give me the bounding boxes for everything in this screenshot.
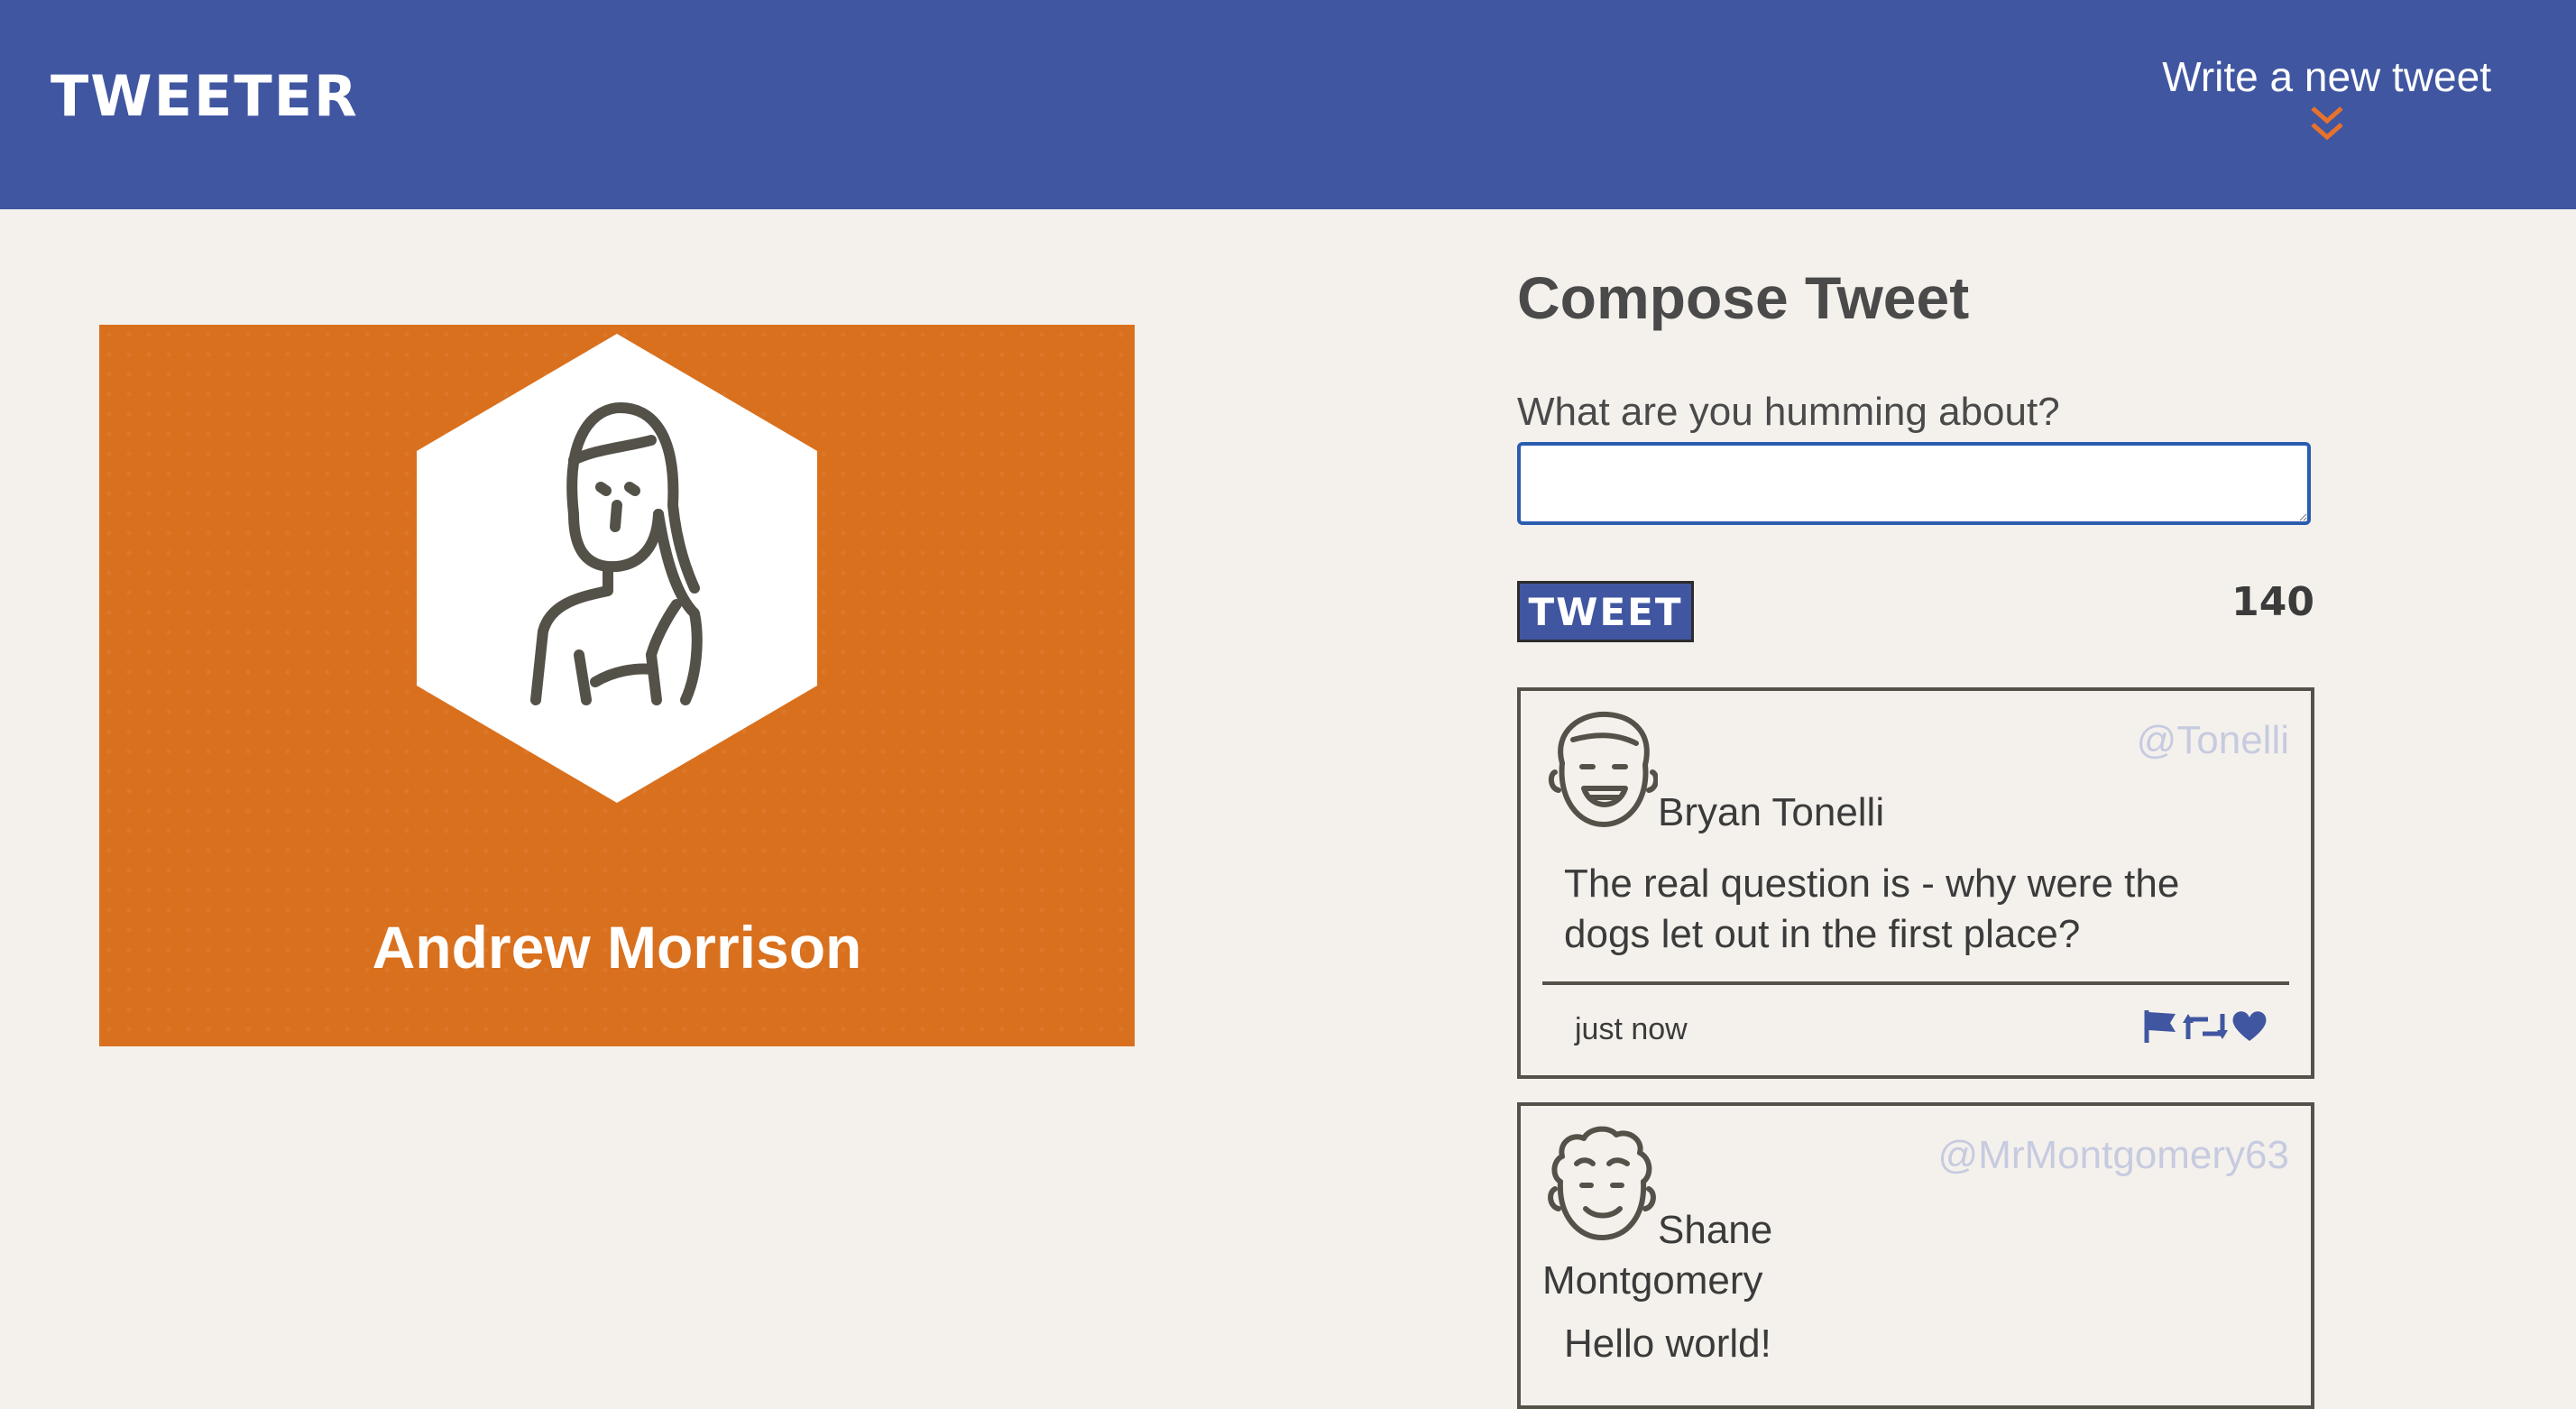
tweet-card: @MrMontgomery63 Shane Montgomery Hello w… bbox=[1517, 1102, 2314, 1409]
write-new-tweet-label[interactable]: Write a new tweet bbox=[2162, 53, 2491, 100]
profile-card: Andrew Morrison bbox=[99, 325, 1135, 1046]
profile-avatar bbox=[417, 334, 817, 803]
smiling-man-avatar-icon bbox=[1548, 711, 1658, 827]
compose-title: Compose Tweet bbox=[1517, 264, 1970, 331]
tweet-content: The real question is - why were the dogs… bbox=[1564, 861, 2180, 956]
retweet-icon[interactable] bbox=[2183, 1008, 2228, 1045]
write-new-tweet-toggle[interactable]: Write a new tweet bbox=[2162, 52, 2491, 143]
character-counter: 140 bbox=[2231, 579, 2314, 625]
compose-label: What are you humming about? bbox=[1517, 390, 2060, 434]
navbar: TWEETER Write a new tweet bbox=[0, 0, 2576, 209]
tweet-actions bbox=[2143, 1008, 2268, 1045]
flag-icon[interactable] bbox=[2143, 1008, 2179, 1045]
tweet-timestamp: just now bbox=[1575, 1012, 1688, 1046]
author-first-name: Shane bbox=[1658, 1208, 1773, 1252]
tweet-author-name[interactable]: Shane Montgomery bbox=[1542, 1205, 1813, 1306]
author-last-name: Montgomery bbox=[1542, 1258, 1763, 1303]
tweet-button[interactable]: TWEET bbox=[1517, 581, 1694, 642]
tweet-handle[interactable]: @Tonelli bbox=[2137, 718, 2289, 763]
brand-logo[interactable]: TWEETER bbox=[51, 63, 359, 129]
tweet-handle[interactable]: @MrMontgomery63 bbox=[1938, 1133, 2289, 1178]
tweet-content: Hello world! bbox=[1564, 1322, 1771, 1366]
tweet-author-name[interactable]: Bryan Tonelli bbox=[1658, 790, 1884, 835]
tweet-text-input[interactable] bbox=[1517, 442, 2311, 525]
tweet-divider bbox=[1542, 981, 2289, 985]
profile-name: Andrew Morrison bbox=[372, 914, 862, 981]
double-chevron-down-icon[interactable] bbox=[2309, 105, 2345, 143]
tweet-card: @Tonelli Bryan Tonelli The real question… bbox=[1517, 687, 2314, 1079]
heart-icon[interactable] bbox=[2231, 1008, 2268, 1045]
